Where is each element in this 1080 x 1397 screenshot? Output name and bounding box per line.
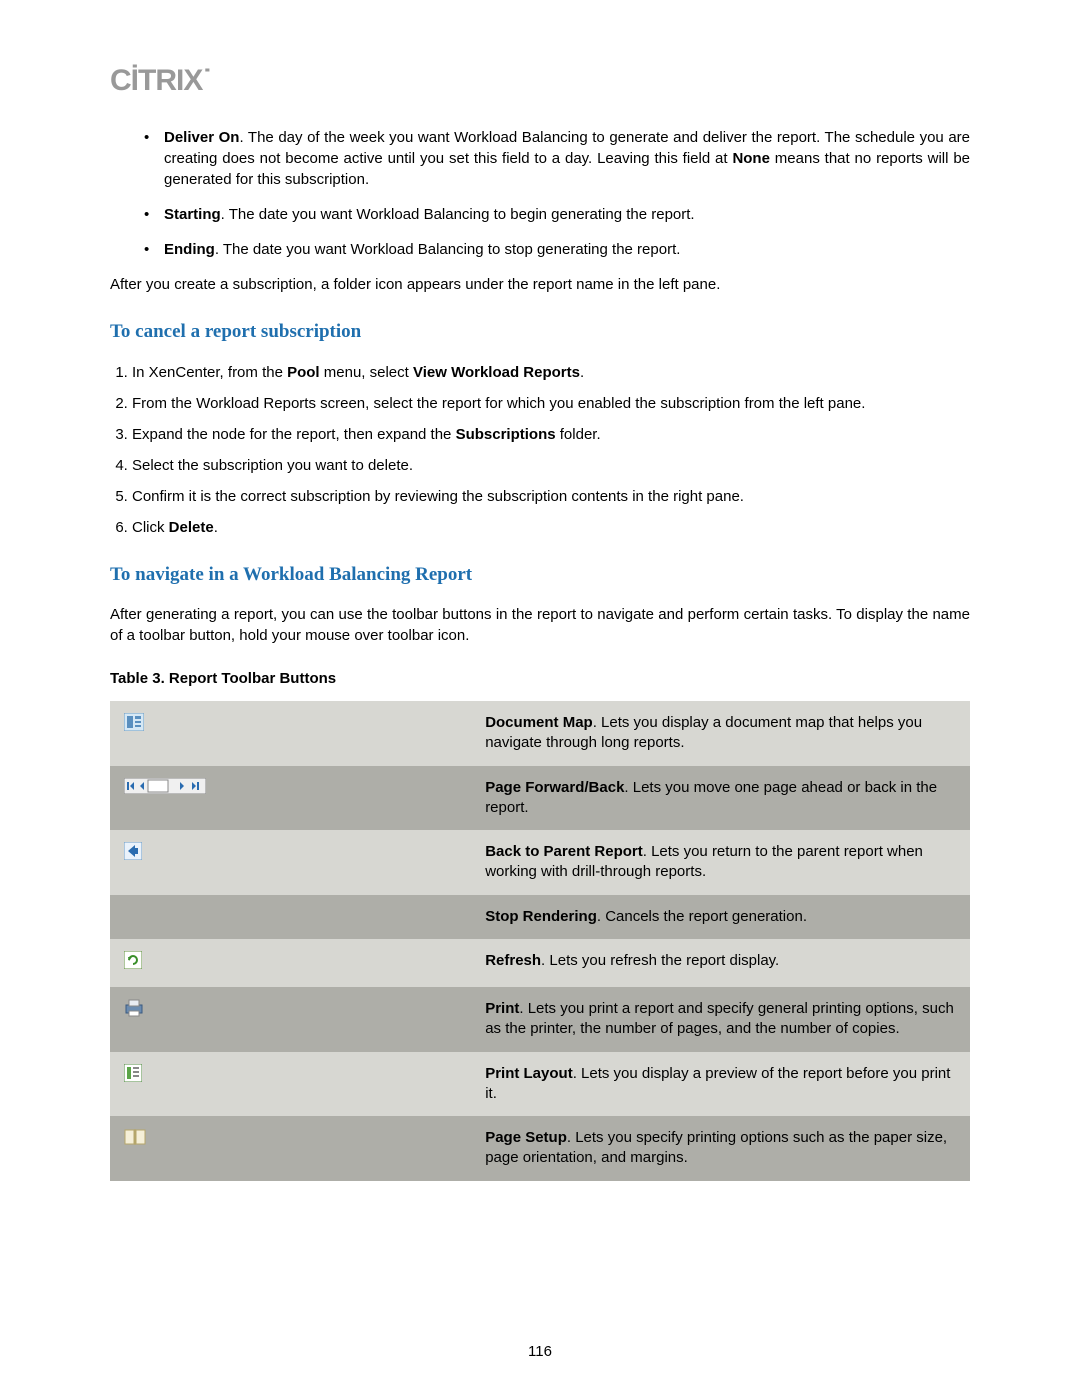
- navigate-paragraph: After generating a report, you can use t…: [110, 604, 970, 646]
- back-parent-icon: [124, 842, 142, 866]
- heading-cancel-subscription: To cancel a report subscription: [110, 319, 970, 346]
- list-item: Confirm it is the correct subscription b…: [132, 486, 970, 507]
- table-row: Print Layout. Lets you display a preview…: [110, 1052, 970, 1117]
- page-nav-icon: [124, 778, 206, 800]
- print-icon: [124, 999, 144, 1023]
- page-setup-icon: [124, 1128, 146, 1152]
- list-item: Starting. The date you want Workload Bal…: [140, 204, 970, 225]
- table-caption: Table 3. Report Toolbar Buttons: [110, 668, 970, 689]
- list-item: Select the subscription you want to dele…: [132, 455, 970, 476]
- after-subscription-note: After you create a subscription, a folde…: [110, 274, 970, 295]
- table-row: Page Setup. Lets you specify printing op…: [110, 1116, 970, 1181]
- list-item: Ending. The date you want Workload Balan…: [140, 239, 970, 260]
- cancel-steps-list: In XenCenter, from the Pool menu, select…: [110, 362, 970, 538]
- citrix-logo: CİTRIX˙: [110, 60, 970, 102]
- heading-navigate-report: To navigate in a Workload Balancing Repo…: [110, 562, 970, 589]
- table-row: Document Map. Lets you display a documen…: [110, 701, 970, 766]
- toolbar-buttons-table: Document Map. Lets you display a documen…: [110, 701, 970, 1181]
- list-item: From the Workload Reports screen, select…: [132, 393, 970, 414]
- refresh-icon: [124, 951, 142, 975]
- field-definitions-list: Deliver On. The day of the week you want…: [110, 127, 970, 260]
- table-row: Page Forward/Back. Lets you move one pag…: [110, 766, 970, 831]
- table-row: Back to Parent Report. Lets you return t…: [110, 830, 970, 895]
- print-layout-icon: [124, 1064, 142, 1088]
- list-item: In XenCenter, from the Pool menu, select…: [132, 362, 970, 383]
- table-row: Refresh. Lets you refresh the report dis…: [110, 939, 970, 987]
- list-item: Click Delete.: [132, 517, 970, 538]
- list-item: Deliver On. The day of the week you want…: [140, 127, 970, 190]
- page-number: 116: [0, 1341, 1080, 1362]
- table-row: Stop Rendering. Cancels the report gener…: [110, 895, 970, 939]
- document-map-icon: [124, 713, 144, 737]
- table-row: Print. Lets you print a report and speci…: [110, 987, 970, 1052]
- list-item: Expand the node for the report, then exp…: [132, 424, 970, 445]
